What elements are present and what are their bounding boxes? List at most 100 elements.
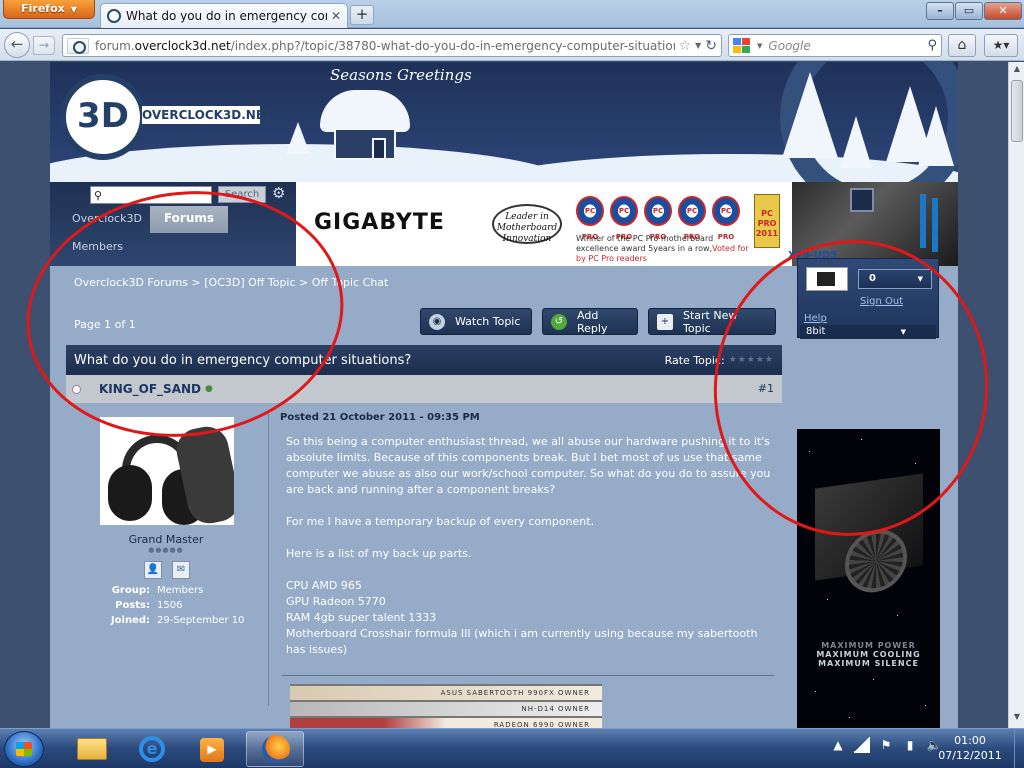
forum-search-button[interactable]: Search [218, 186, 266, 203]
snow-tree [918, 106, 954, 166]
reload-icon[interactable]: ↻ [705, 38, 717, 54]
close-icon[interactable]: ✕ [331, 9, 341, 23]
nav-tab-overclock3d[interactable]: Overclock3D [72, 212, 142, 225]
bookmark-star-icon[interactable]: ☆ [679, 38, 692, 54]
taskbar-internet-explorer[interactable]: e [122, 731, 180, 767]
post-paragraph: For me I have a temporary backup of ever… [286, 515, 595, 528]
site-logo[interactable] [60, 74, 146, 160]
site-identity-icon[interactable] [67, 37, 89, 54]
taskbar-firefox[interactable] [246, 731, 304, 767]
google-icon[interactable] [733, 37, 753, 54]
action-center-flag-icon[interactable]: ⚑ [878, 737, 894, 753]
help-link[interactable]: Help [804, 313, 827, 324]
leader-line: Innovation [502, 234, 552, 244]
pcpro-award-badge: PC PRO [610, 196, 638, 241]
snow-tree [782, 72, 838, 158]
rating-stars[interactable]: ★★★★★ [729, 355, 774, 365]
taskbar-explorer[interactable] [62, 731, 120, 767]
url-history-dropdown-icon[interactable]: ▼ [695, 41, 701, 50]
leader-line: Leader in [505, 212, 549, 222]
rss-icon: ◉ [429, 313, 445, 330]
watch-topic-label: Watch Topic [455, 315, 521, 328]
scrollbar-thumb[interactable] [1011, 80, 1023, 142]
slogan-line: MAXIMUM COOLING [816, 650, 921, 659]
maximize-button[interactable]: ▭ [955, 2, 983, 20]
taskbar-media-player[interactable]: ▶ [182, 731, 240, 767]
nav-tab-members[interactable]: Members [72, 240, 123, 253]
gigabyte-advertisement[interactable]: GIGABYTE Leader in Motherboard Innovation … [296, 182, 958, 266]
clock[interactable]: 01:00 07/12/2011 [928, 733, 1012, 763]
reply-icon: ↺ [551, 313, 567, 330]
notifications-dropdown[interactable]: 0 ▼ [858, 269, 932, 289]
skin-selector[interactable]: 8bit ▼ [800, 325, 936, 339]
taskbar: e ▶ ▲ ⚑ ▮ 🔈 01:00 07/12/2011 [0, 728, 1024, 768]
add-reply-button[interactable]: ↺ Add Reply [542, 308, 638, 335]
url-text[interactable]: forum.overclock3d.net/index.php?/topic/3… [95, 39, 675, 53]
power-icon[interactable]: ▮ [902, 737, 918, 753]
chevron-down-icon[interactable]: ▼ [757, 42, 762, 50]
rank-pips: ●●●●● [148, 546, 184, 554]
scroll-up-icon[interactable]: ▲ [1011, 64, 1023, 78]
chevron-down-icon: ▼ [917, 275, 923, 283]
chevron-up-icon[interactable]: ▲ [830, 737, 846, 753]
minimize-button[interactable]: – [926, 2, 954, 20]
browser-tab[interactable]: What do you do in emergency compute... ✕ [100, 3, 348, 28]
seasons-greeting: Seasons Greetings [330, 66, 472, 84]
tab-title: What do you do in emergency compute... [126, 9, 327, 23]
message-icon[interactable]: ✉ [172, 561, 190, 579]
forum-search-input[interactable]: ⚲ [90, 186, 212, 204]
vertical-scrollbar[interactable]: ▲ ▼ [1008, 62, 1024, 728]
info-value: 1506 [157, 600, 183, 611]
part-item: GPU Radeon 5770 [286, 595, 386, 608]
search-bar[interactable]: ▼ Google ⚲ [728, 34, 942, 57]
avatar[interactable] [100, 417, 234, 525]
window-close-button[interactable]: ✕ [984, 2, 1022, 20]
signature-divider [282, 675, 774, 676]
topic-title: What do you do in emergency computer sit… [74, 352, 412, 368]
part-item: RAM 4gb super talent 1333 [286, 611, 437, 624]
new-document-icon: + [657, 313, 673, 330]
firefox-menu-button[interactable]: Firefox ▼ [3, 0, 95, 19]
bookmarks-button[interactable]: ★▾ [984, 34, 1018, 57]
post-paragraph: So this being a computer enthusiast thre… [286, 435, 771, 496]
author-details: Grand Master ●●●●● 👤 ✉ Group: Members Pos… [66, 403, 266, 728]
home-button[interactable]: ⌂ [948, 34, 976, 57]
part-item: Motherboard Crosshair formula III (which… [286, 627, 758, 656]
search-input[interactable]: Google [768, 39, 927, 53]
member-rank: Grand Master [128, 533, 204, 546]
chevron-down-icon: ▼ [900, 328, 906, 336]
part-item: CPU AMD 965 [286, 579, 362, 592]
post-number[interactable]: #1 [758, 382, 774, 395]
breadcrumb[interactable]: Overclock3D Forums > [OC3D] Off Topic > … [74, 276, 388, 289]
start-button[interactable] [4, 731, 44, 767]
profile-icon[interactable]: 👤 [144, 561, 162, 579]
pcpro-award-badge: PC PRO [678, 196, 706, 241]
forward-button[interactable]: → [33, 36, 55, 55]
gear-icon[interactable]: ⚙ [272, 184, 285, 202]
site-banner: OVERCLOCK3D.NET Seasons Greetings [50, 62, 958, 182]
author-name[interactable]: KING_OF_SAND [99, 382, 201, 396]
slogan-line: MAXIMUM SILENCE [818, 659, 919, 668]
watch-topic-button[interactable]: ◉ Watch Topic [420, 308, 532, 335]
psu-advertisement[interactable]: MAXIMUM POWER MAXIMUM COOLING MAXIMUM SI… [797, 429, 940, 728]
show-desktop-button[interactable] [1014, 729, 1024, 768]
url-bar[interactable]: forum.overclock3d.net/index.php?/topic/3… [62, 34, 722, 57]
signature-line: NH-D14 OWNER [290, 702, 602, 716]
info-key: Posts: [115, 600, 150, 611]
user-thumbnail[interactable] [806, 267, 848, 291]
snow-tree [286, 122, 310, 154]
info-key: Group: [111, 585, 150, 596]
system-tray: ▲ ⚑ ▮ 🔈 [830, 737, 942, 753]
new-tab-button[interactable]: + [350, 5, 374, 25]
post-author-bar: KING_OF_SAND ● #1 [66, 375, 782, 403]
network-signal-icon[interactable] [854, 737, 870, 753]
search-icon[interactable]: ⚲ [927, 38, 937, 53]
back-button[interactable]: ← [4, 32, 30, 58]
start-new-topic-button[interactable]: + Start New Topic [648, 308, 776, 335]
scroll-down-icon[interactable]: ▼ [1011, 712, 1023, 726]
nav-tab-forums[interactable]: Forums [150, 206, 228, 233]
info-value: Members [157, 585, 204, 596]
site-logo-text[interactable]: OVERCLOCK3D.NET [142, 106, 272, 124]
sign-out-link[interactable]: Sign Out [860, 296, 903, 307]
clock-date: 07/12/2011 [938, 749, 1002, 762]
